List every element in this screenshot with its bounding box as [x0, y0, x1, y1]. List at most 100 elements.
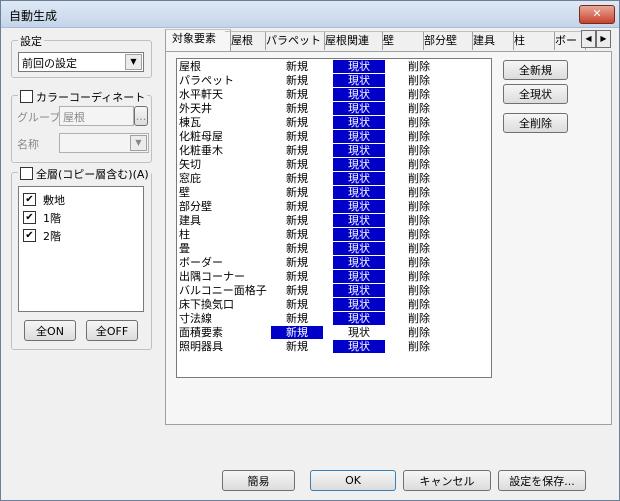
group-browse-button[interactable]: ... [134, 106, 148, 126]
table-row[interactable]: 棟瓦 新規 現状 削除 [177, 116, 487, 130]
option-delete[interactable]: 削除 [393, 158, 445, 171]
option-delete[interactable]: 削除 [393, 228, 445, 241]
color-coordinate-checkbox[interactable] [20, 90, 33, 103]
table-row[interactable]: 床下換気口 新規 現状 削除 [177, 298, 487, 312]
option-delete[interactable]: 削除 [393, 256, 445, 269]
table-row[interactable]: 照明器具 新規 現状 削除 [177, 340, 487, 354]
option-delete[interactable]: 削除 [393, 102, 445, 115]
option-new[interactable]: 新規 [271, 214, 323, 227]
table-row[interactable]: 出隅コーナー 新規 現状 削除 [177, 270, 487, 284]
option-new[interactable]: 新規 [271, 270, 323, 283]
option-delete[interactable]: 削除 [393, 130, 445, 143]
tab-fittings[interactable]: 建具 [467, 31, 514, 50]
all-new-button[interactable]: 全新規 [503, 60, 568, 80]
table-row[interactable]: 柱 新規 現状 削除 [177, 228, 487, 242]
option-delete[interactable]: 削除 [393, 270, 445, 283]
option-current[interactable]: 現状 [333, 186, 385, 199]
option-new[interactable]: 新規 [271, 284, 323, 297]
list-item[interactable]: ✔ 敷地 [23, 192, 133, 208]
option-new[interactable]: 新規 [271, 256, 323, 269]
option-delete[interactable]: 削除 [393, 186, 445, 199]
option-new[interactable]: 新規 [271, 88, 323, 101]
option-current[interactable]: 現状 [333, 88, 385, 101]
option-current[interactable]: 現状 [333, 298, 385, 311]
option-current[interactable]: 現状 [333, 228, 385, 241]
table-row[interactable]: バルコニー面格子 新規 現状 削除 [177, 284, 487, 298]
tab-wall[interactable]: 壁 [377, 31, 424, 50]
table-row[interactable]: パラペット 新規 現状 削除 [177, 74, 487, 88]
option-delete[interactable]: 削除 [393, 242, 445, 255]
option-delete[interactable]: 削除 [393, 284, 445, 297]
option-current[interactable]: 現状 [333, 326, 385, 339]
chevron-down-icon[interactable]: ▼ [125, 54, 142, 70]
option-delete[interactable]: 削除 [393, 60, 445, 73]
option-delete[interactable]: 削除 [393, 312, 445, 325]
title-bar[interactable]: 自動生成 ✕ [1, 1, 619, 28]
list-item[interactable]: ✔ 2階 [23, 228, 133, 244]
tab-scroll-left-button[interactable]: ◀ [581, 30, 596, 48]
table-row[interactable]: 水平軒天 新規 現状 削除 [177, 88, 487, 102]
table-row[interactable]: 矢切 新規 現状 削除 [177, 158, 487, 172]
option-delete[interactable]: 削除 [393, 326, 445, 339]
tab-roof-related[interactable]: 屋根関連 [319, 31, 383, 50]
table-row[interactable]: 窓庇 新規 現状 削除 [177, 172, 487, 186]
tab-column[interactable]: 柱 [508, 31, 555, 50]
option-new[interactable]: 新規 [271, 228, 323, 241]
option-current[interactable]: 現状 [333, 284, 385, 297]
option-delete[interactable]: 削除 [393, 200, 445, 213]
list-item[interactable]: ✔ 1階 [23, 210, 133, 226]
option-current[interactable]: 現状 [333, 312, 385, 325]
table-row[interactable]: 面積要素 新規 現状 削除 [177, 326, 487, 340]
layer-checkbox[interactable]: ✔ [23, 211, 36, 224]
option-delete[interactable]: 削除 [393, 298, 445, 311]
simple-button[interactable]: 簡易 [222, 470, 295, 491]
option-current[interactable]: 現状 [333, 200, 385, 213]
option-new[interactable]: 新規 [271, 144, 323, 157]
all-current-button[interactable]: 全現状 [503, 84, 568, 104]
tab-scroll-right-button[interactable]: ▶ [596, 30, 611, 48]
option-current[interactable]: 現状 [333, 60, 385, 73]
table-row[interactable]: 建具 新規 現状 削除 [177, 214, 487, 228]
option-new[interactable]: 新規 [271, 312, 323, 325]
table-row[interactable]: 屋根 新規 現状 削除 [177, 60, 487, 74]
option-current[interactable]: 現状 [333, 340, 385, 353]
option-delete[interactable]: 削除 [393, 144, 445, 157]
option-new[interactable]: 新規 [271, 200, 323, 213]
option-current[interactable]: 現状 [333, 270, 385, 283]
option-current[interactable]: 現状 [333, 242, 385, 255]
table-row[interactable]: 外天井 新規 現状 削除 [177, 102, 487, 116]
option-delete[interactable]: 削除 [393, 116, 445, 129]
option-new[interactable]: 新規 [271, 172, 323, 185]
table-row[interactable]: 寸法線 新規 現状 削除 [177, 312, 487, 326]
option-new[interactable]: 新規 [271, 60, 323, 73]
preset-select[interactable]: 前回の設定 ▼ [18, 52, 144, 72]
option-delete[interactable]: 削除 [393, 214, 445, 227]
option-delete[interactable]: 削除 [393, 88, 445, 101]
all-off-button[interactable]: 全OFF [86, 320, 138, 341]
table-row[interactable]: 化粧垂木 新規 現状 削除 [177, 144, 487, 158]
ok-button[interactable]: OK [310, 470, 396, 491]
option-new[interactable]: 新規 [271, 186, 323, 199]
option-current[interactable]: 現状 [333, 172, 385, 185]
tab-parapet[interactable]: パラペット [260, 31, 325, 50]
all-delete-button[interactable]: 全削除 [503, 113, 568, 133]
tab-target-elements[interactable]: 対象要素 [165, 29, 231, 51]
option-current[interactable]: 現状 [333, 74, 385, 87]
option-delete[interactable]: 削除 [393, 340, 445, 353]
option-new[interactable]: 新規 [271, 242, 323, 255]
table-row[interactable]: ボーダー 新規 現状 削除 [177, 256, 487, 270]
option-new[interactable]: 新規 [271, 102, 323, 115]
close-button[interactable]: ✕ [579, 5, 615, 24]
option-current[interactable]: 現状 [333, 144, 385, 157]
table-row[interactable]: 畳 新規 現状 削除 [177, 242, 487, 256]
tab-partial-wall[interactable]: 部分壁 [418, 31, 473, 50]
option-new[interactable]: 新規 [271, 298, 323, 311]
all-layers-checkbox[interactable] [20, 167, 33, 180]
option-new[interactable]: 新規 [271, 340, 323, 353]
option-current[interactable]: 現状 [333, 256, 385, 269]
option-new[interactable]: 新規 [271, 116, 323, 129]
cancel-button[interactable]: キャンセル [403, 470, 491, 491]
save-settings-button[interactable]: 設定を保存... [498, 470, 586, 491]
option-new[interactable]: 新規 [271, 74, 323, 87]
layer-checkbox[interactable]: ✔ [23, 229, 36, 242]
